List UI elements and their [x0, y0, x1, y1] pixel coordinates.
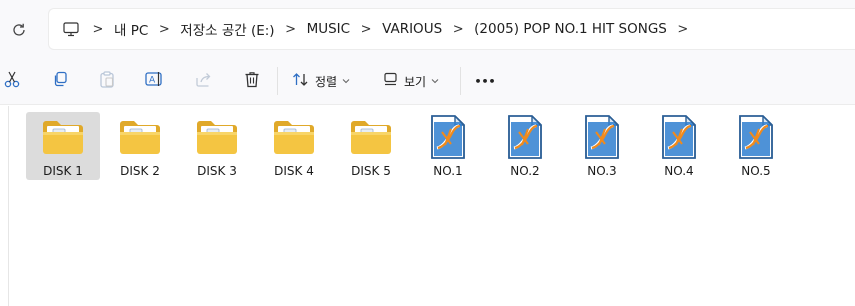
breadcrumb-chevron-icon[interactable]: >	[279, 22, 303, 37]
breadcrumb-chevron-icon[interactable]: >	[446, 22, 470, 37]
item-label: DISK 4	[274, 164, 314, 178]
playlist-file-icon	[656, 115, 702, 159]
copy-icon	[52, 71, 68, 91]
breadcrumb-item-current-folder[interactable]: (2005) POP NO.1 HIT SONGS	[470, 21, 671, 37]
item-label: DISK 1	[43, 164, 83, 178]
folder-icon	[40, 116, 86, 158]
sort-label: 정렬	[315, 74, 338, 89]
folder-item-disk-3[interactable]: DISK 3	[180, 112, 254, 180]
playlist-file-icon	[579, 115, 625, 159]
share-button[interactable]	[192, 69, 214, 93]
folder-icon	[194, 116, 240, 158]
item-label: NO.2	[510, 164, 540, 178]
folder-icon	[348, 116, 394, 158]
view-label: 보기	[404, 74, 427, 89]
item-label: NO.3	[587, 164, 617, 178]
item-label: NO.4	[664, 164, 694, 178]
playlist-file-icon	[425, 115, 471, 159]
breadcrumb-item-storage-drive[interactable]: 저장소 공간 (E:)	[176, 19, 278, 39]
command-bar: A 정렬 보기 •••	[0, 57, 855, 105]
delete-button[interactable]	[241, 69, 263, 93]
more-options-button[interactable]: •••	[473, 69, 497, 93]
item-label: DISK 3	[197, 164, 237, 178]
file-item-no-2[interactable]: NO.2	[488, 112, 562, 180]
file-item-no-5[interactable]: NO.5	[719, 112, 793, 180]
address-bar[interactable]: > 내 PC > 저장소 공간 (E:) > MUSIC > VARIOUS >…	[48, 8, 855, 50]
chevron-down-icon	[342, 77, 350, 86]
cut-button[interactable]	[2, 69, 22, 93]
item-label: DISK 2	[120, 164, 160, 178]
svg-text:A: A	[149, 76, 156, 86]
playlist-file-icon	[502, 115, 548, 159]
refresh-icon[interactable]	[8, 19, 30, 41]
clipboard-icon	[99, 70, 115, 92]
rename-button[interactable]: A	[143, 69, 167, 93]
copy-button[interactable]	[49, 69, 71, 93]
view-icon	[383, 72, 398, 91]
rename-icon: A	[145, 71, 165, 91]
breadcrumb-chevron-icon[interactable]: >	[671, 22, 695, 37]
view-button[interactable]: 보기	[383, 69, 449, 93]
file-item-no-1[interactable]: NO.1	[411, 112, 485, 180]
breadcrumb-item-music[interactable]: MUSIC	[303, 21, 355, 37]
chevron-down-icon	[431, 77, 439, 86]
breadcrumb-item-various[interactable]: VARIOUS	[378, 21, 446, 37]
file-explorer-window: > 내 PC > 저장소 공간 (E:) > MUSIC > VARIOUS >…	[0, 0, 855, 306]
scissors-icon	[4, 70, 20, 92]
toolbar-divider	[460, 67, 461, 95]
item-label: DISK 5	[351, 164, 391, 178]
toolbar-divider	[277, 67, 278, 95]
folder-item-disk-1[interactable]: DISK 1	[26, 112, 100, 180]
folder-icon	[271, 116, 317, 158]
paste-button[interactable]	[96, 69, 118, 93]
folder-item-disk-2[interactable]: DISK 2	[103, 112, 177, 180]
address-row: > 내 PC > 저장소 공간 (E:) > MUSIC > VARIOUS >…	[0, 0, 855, 57]
navigation-pane-edge	[0, 106, 9, 306]
item-label: NO.5	[741, 164, 771, 178]
sort-icon	[292, 72, 309, 91]
sort-button[interactable]: 정렬	[292, 69, 362, 93]
playlist-file-icon	[733, 115, 779, 159]
monitor-icon[interactable]	[62, 20, 80, 38]
trash-icon	[244, 71, 260, 92]
item-label: NO.1	[433, 164, 463, 178]
breadcrumb-chevron-icon[interactable]: >	[86, 22, 110, 37]
share-icon	[195, 72, 212, 91]
file-list-pane: DISK 1 DISK 2 DISK 3 DISK 4 DISK 5 NO.1 …	[0, 106, 855, 306]
file-item-no-3[interactable]: NO.3	[565, 112, 639, 180]
breadcrumb-chevron-icon[interactable]: >	[152, 22, 176, 37]
folder-icon	[117, 116, 163, 158]
folder-item-disk-4[interactable]: DISK 4	[257, 112, 331, 180]
file-item-no-4[interactable]: NO.4	[642, 112, 716, 180]
breadcrumb-item-my-pc[interactable]: 내 PC	[110, 19, 152, 39]
breadcrumb-chevron-icon[interactable]: >	[354, 22, 378, 37]
folder-item-disk-5[interactable]: DISK 5	[334, 112, 408, 180]
